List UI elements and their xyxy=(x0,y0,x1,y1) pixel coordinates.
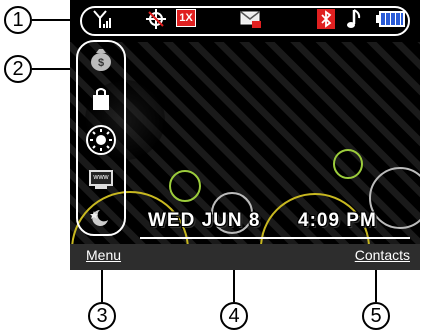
message-icon xyxy=(240,11,261,28)
callout-4: 4 xyxy=(220,302,248,330)
web-browser-icon[interactable]: www xyxy=(86,170,116,194)
callout-1: 1 xyxy=(4,6,32,34)
svg-text:$: $ xyxy=(98,57,104,69)
callout-2: 2 xyxy=(4,55,32,83)
callout-5-label: 5 xyxy=(370,304,382,327)
bluetooth-icon xyxy=(317,9,335,29)
menu-softkey[interactable]: Menu xyxy=(86,247,121,263)
callout-1-label: 1 xyxy=(12,8,24,31)
date-text: WED JUN 8 xyxy=(148,210,261,231)
www-label: www xyxy=(93,174,109,181)
callout-2-label: 2 xyxy=(12,57,24,80)
weather-icon[interactable] xyxy=(86,206,116,232)
callout-5: 5 xyxy=(362,302,390,330)
softkey-bar: Menu Contacts xyxy=(70,244,420,270)
money-bag-icon[interactable]: $ xyxy=(86,46,116,72)
signal-strength-icon xyxy=(93,10,111,28)
brightness-icon[interactable] xyxy=(83,124,119,156)
status-bar: 1X xyxy=(70,0,420,42)
shopping-bag-icon[interactable] xyxy=(86,86,116,112)
callout-3-label: 3 xyxy=(96,304,108,327)
gps-icon xyxy=(146,9,166,29)
time-text: 4:09 PM xyxy=(298,210,377,231)
music-note-icon xyxy=(347,9,361,28)
battery-icon xyxy=(376,11,405,27)
callout-3: 3 xyxy=(88,302,116,330)
time-display: 4:09 PM xyxy=(298,210,377,232)
1x-network-icon: 1X xyxy=(176,9,196,27)
1x-network-label: 1X xyxy=(179,12,193,24)
datetime-underline xyxy=(140,237,410,239)
date-display: WED JUN 8 xyxy=(148,210,260,232)
callout-4-label: 4 xyxy=(228,304,240,327)
phone-screen: 1X $ www WED JUN 8 4:09 PM Menu Contacts xyxy=(70,0,420,270)
contacts-softkey[interactable]: Contacts xyxy=(355,247,410,263)
